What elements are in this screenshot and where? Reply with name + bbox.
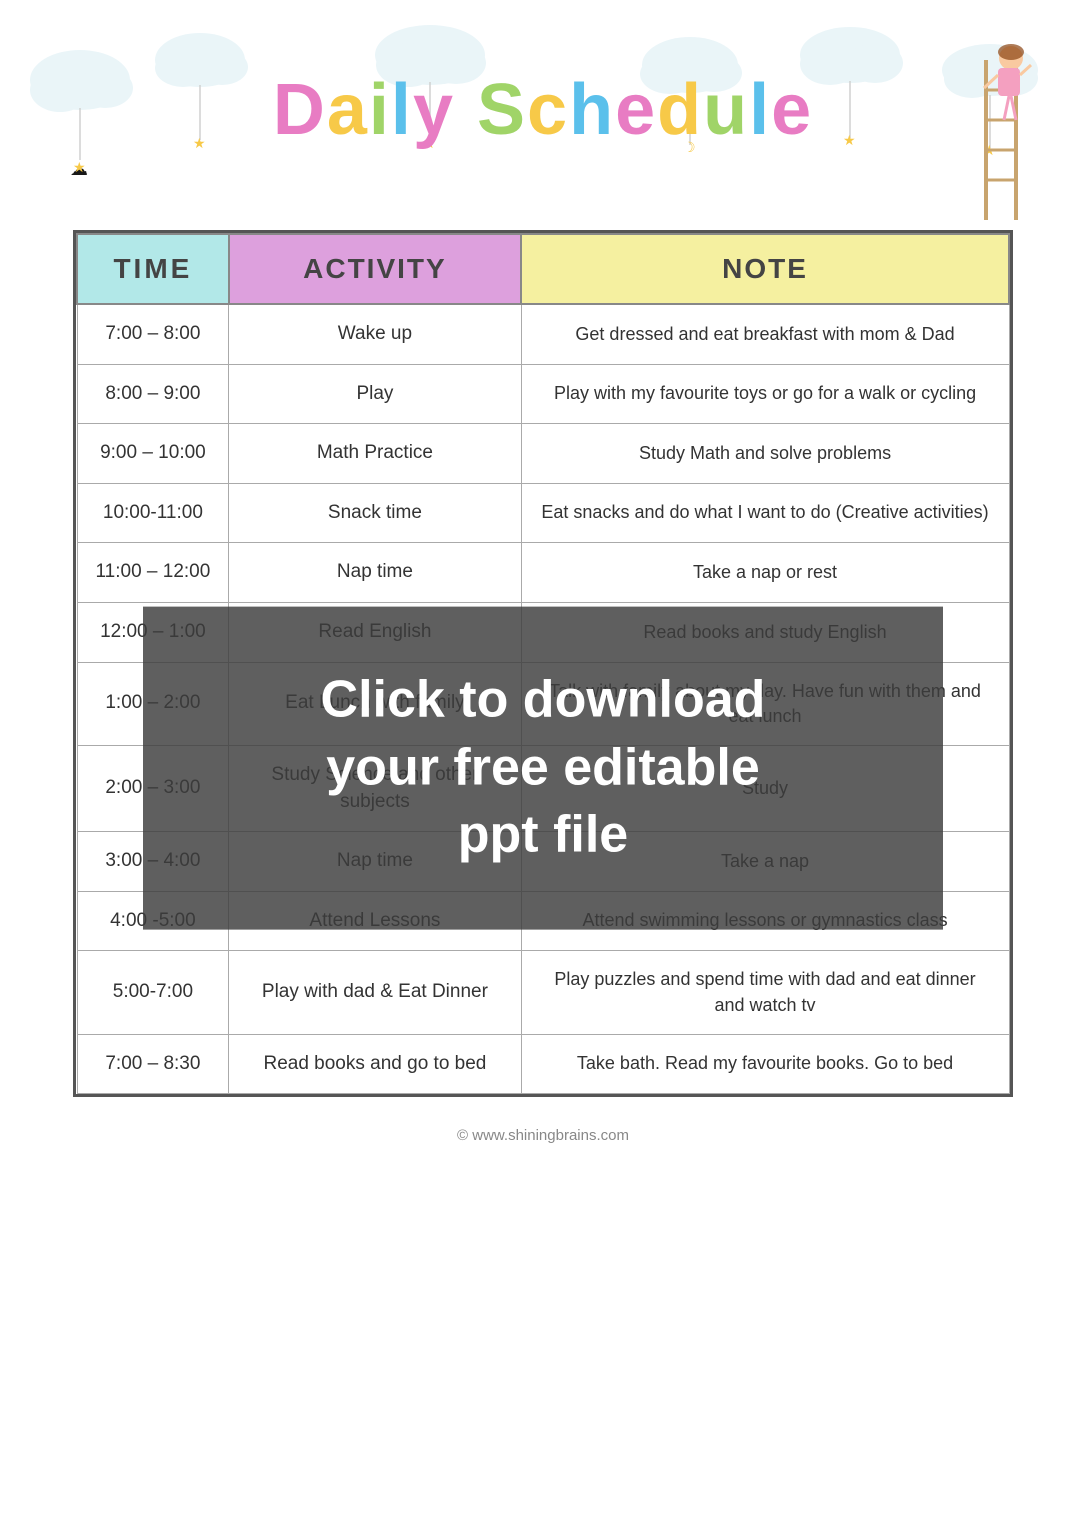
- table-row: 8:00 – 9:00PlayPlay with my favourite to…: [77, 364, 1009, 424]
- cell-activity: Nap time: [229, 832, 521, 892]
- cell-activity: Read books and go to bed: [229, 1034, 521, 1094]
- footer-text: © www.shiningbrains.com: [457, 1127, 629, 1144]
- cell-note: Play with my favourite toys or go for a …: [521, 364, 1009, 424]
- cell-note: Get dressed and eat breakfast with mom &…: [521, 304, 1009, 364]
- cell-activity: Eat Lunch with family: [229, 662, 521, 745]
- table-row: 2:00 – 3:00Study Science and other subje…: [77, 745, 1009, 831]
- cell-time: 2:00 – 3:00: [77, 745, 229, 831]
- cell-time: 7:00 – 8:00: [77, 304, 229, 364]
- schedule-table: TIME ACTIVITY NOTE 7:00 – 8:00Wake upGet…: [76, 233, 1010, 1094]
- table-row: 3:00 – 4:00Nap timeTake a nap: [77, 832, 1009, 892]
- footer: © www.shiningbrains.com: [457, 1127, 629, 1144]
- header-note: NOTE: [521, 234, 1009, 304]
- cell-activity: Read English: [229, 602, 521, 662]
- cell-activity: Study Science and other subjects: [229, 745, 521, 831]
- header: ☁: [0, 0, 1086, 220]
- table-row: 5:00-7:00Play with dad & Eat DinnerPlay …: [77, 951, 1009, 1034]
- cell-time: 1:00 – 2:00: [77, 662, 229, 745]
- header-activity: ACTIVITY: [229, 234, 521, 304]
- cell-activity: Nap time: [229, 543, 521, 603]
- svg-text:★: ★: [73, 159, 86, 175]
- cell-note: Take a nap: [521, 832, 1009, 892]
- cell-note: Take a nap or rest: [521, 543, 1009, 603]
- cell-note: Study Math and solve problems: [521, 424, 1009, 484]
- table-row: 1:00 – 2:00Eat Lunch with familyTalk wit…: [77, 662, 1009, 745]
- table-header-row: TIME ACTIVITY NOTE: [77, 234, 1009, 304]
- cell-time: 4:00 -5:00: [77, 891, 229, 951]
- cell-activity: Play: [229, 364, 521, 424]
- cell-time: 9:00 – 10:00: [77, 424, 229, 484]
- table-row: 10:00-11:00Snack timeEat snacks and do w…: [77, 483, 1009, 543]
- cell-note: Attend swimming lessons or gymnastics cl…: [521, 891, 1009, 951]
- schedule-table-container: TIME ACTIVITY NOTE 7:00 – 8:00Wake upGet…: [73, 230, 1013, 1097]
- table-row: 12:00 – 1:00Read EnglishRead books and s…: [77, 602, 1009, 662]
- cell-activity: Snack time: [229, 483, 521, 543]
- cell-activity: Math Practice: [229, 424, 521, 484]
- page-title: Daily Schedule: [273, 69, 813, 151]
- cell-note: Read books and study English: [521, 602, 1009, 662]
- cell-time: 5:00-7:00: [77, 951, 229, 1034]
- cell-activity: Play with dad & Eat Dinner: [229, 951, 521, 1034]
- cell-time: 8:00 – 9:00: [77, 364, 229, 424]
- cell-activity: Wake up: [229, 304, 521, 364]
- cell-note: Play puzzles and spend time with dad and…: [521, 951, 1009, 1034]
- table-row: 9:00 – 10:00Math PracticeStudy Math and …: [77, 424, 1009, 484]
- table-row: 4:00 -5:00Attend LessonsAttend swimming …: [77, 891, 1009, 951]
- table-row: 11:00 – 12:00Nap timeTake a nap or rest: [77, 543, 1009, 603]
- cell-time: 3:00 – 4:00: [77, 832, 229, 892]
- table-row: 7:00 – 8:00Wake upGet dressed and eat br…: [77, 304, 1009, 364]
- cell-time: 11:00 – 12:00: [77, 543, 229, 603]
- cell-note: Talk with family about my day. Have fun …: [521, 662, 1009, 745]
- cell-note: Take bath. Read my favourite books. Go t…: [521, 1034, 1009, 1094]
- table-row: 7:00 – 8:30Read books and go to bedTake …: [77, 1034, 1009, 1094]
- cell-time: 12:00 – 1:00: [77, 602, 229, 662]
- cell-note: Study: [521, 745, 1009, 831]
- header-time: TIME: [77, 234, 229, 304]
- cell-activity: Attend Lessons: [229, 891, 521, 951]
- cell-time: 7:00 – 8:30: [77, 1034, 229, 1094]
- svg-text:★: ★: [843, 132, 856, 148]
- cell-note: Eat snacks and do what I want to do (Cre…: [521, 483, 1009, 543]
- cell-time: 10:00-11:00: [77, 483, 229, 543]
- svg-text:★: ★: [193, 135, 206, 151]
